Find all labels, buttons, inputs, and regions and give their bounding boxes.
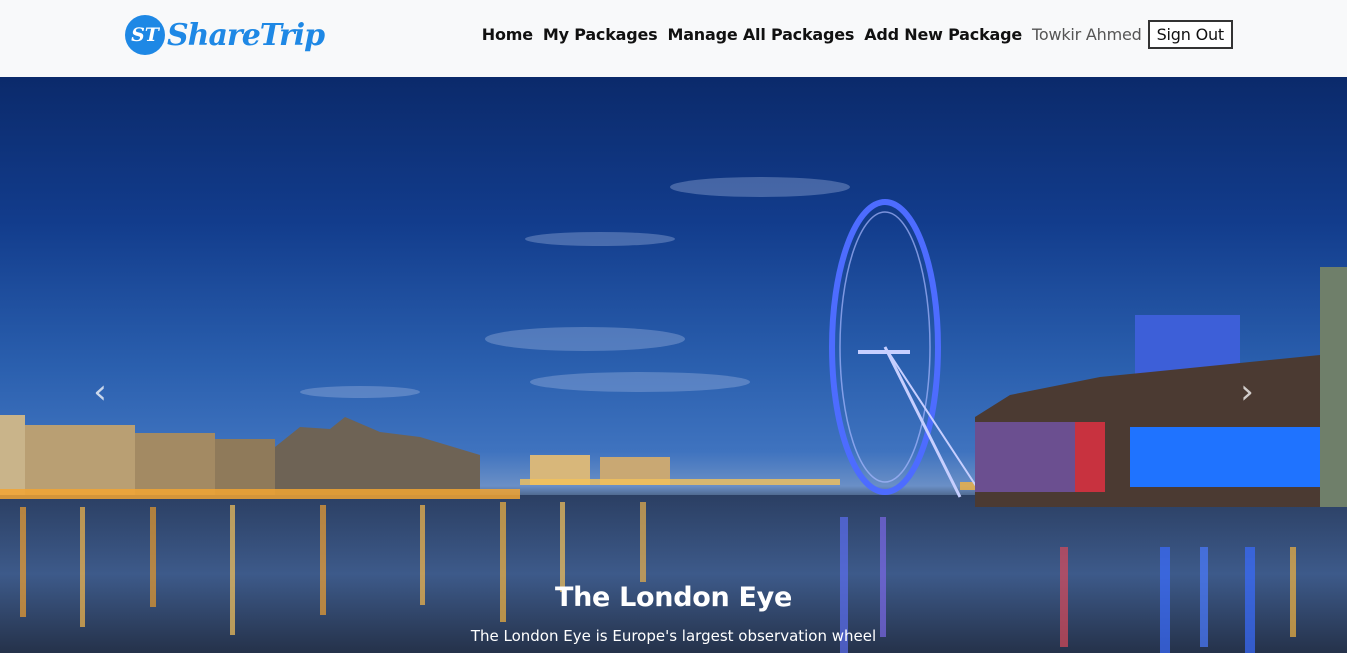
london-eye <box>829 199 981 498</box>
chevron-left-icon: ‹ <box>93 372 107 412</box>
carousel-prev-button[interactable]: ‹ <box>80 372 120 412</box>
brand-logo[interactable]: ST ShareTrip <box>125 12 325 58</box>
nav-add-package[interactable]: Add New Package <box>864 25 1022 44</box>
brand-name: ShareTrip <box>167 17 325 53</box>
brand-badge: ST <box>125 15 165 55</box>
county-hall <box>975 267 1347 507</box>
nav-home[interactable]: Home <box>482 25 533 44</box>
clouds <box>300 177 850 398</box>
sign-out-button[interactable]: Sign Out <box>1147 19 1233 49</box>
slide-description: The London Eye is Europe's largest obser… <box>470 627 877 645</box>
hero-carousel: ‹ › The London Eye The London Eye is Eur… <box>0 77 1347 653</box>
nav-manage-packages[interactable]: Manage All Packages <box>667 25 854 44</box>
chevron-right-icon: › <box>1240 372 1254 412</box>
slide-title: The London Eye <box>555 582 792 613</box>
main-nav: Home My Packages Manage All Packages Add… <box>482 19 1233 49</box>
navbar: ST ShareTrip Home My Packages Manage All… <box>0 0 1347 77</box>
user-name: Towkir Ahmed <box>1032 24 1142 44</box>
carousel-next-button[interactable]: › <box>1227 372 1267 412</box>
nav-my-packages[interactable]: My Packages <box>543 25 658 44</box>
slide-image <box>0 177 1347 653</box>
